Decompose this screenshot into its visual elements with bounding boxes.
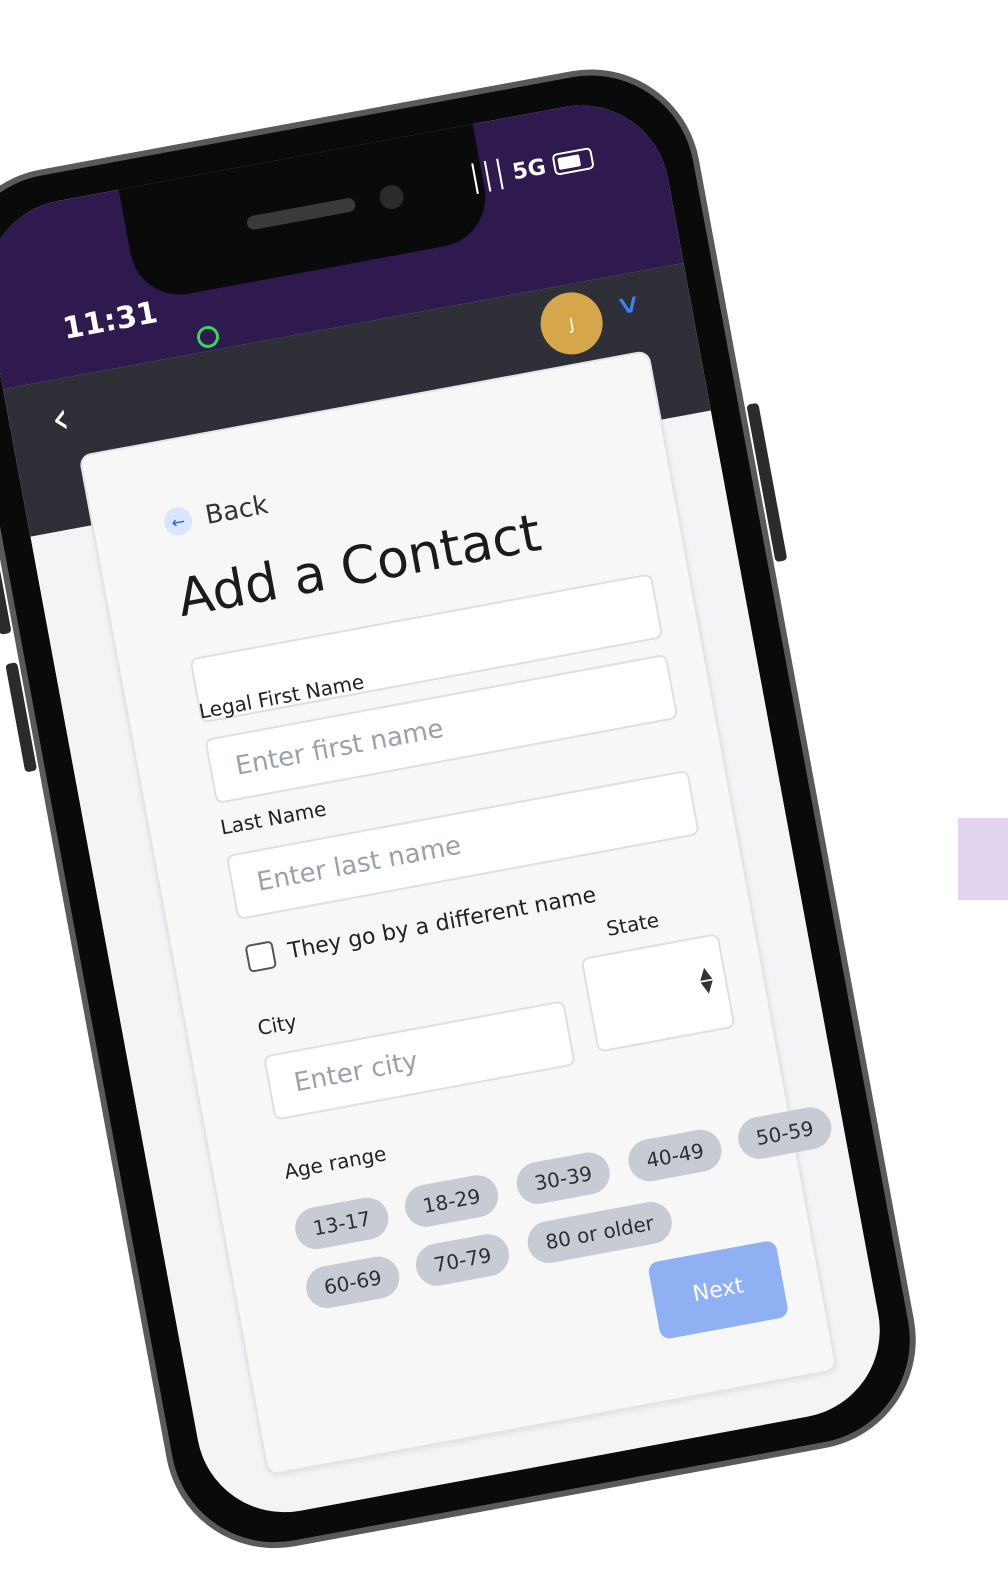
- chevron-left-icon[interactable]: ‹: [47, 392, 74, 445]
- last-name-label: Last Name: [218, 796, 329, 840]
- state-label: State: [604, 907, 661, 941]
- decorative-lilac-shape: [958, 818, 1008, 900]
- avatar[interactable]: J: [535, 287, 608, 360]
- status-icons: │││ 5G: [465, 143, 596, 196]
- call-indicator-icon: [195, 324, 221, 350]
- network-label: 5G: [510, 154, 548, 185]
- age-chip-13-17[interactable]: 13-17: [291, 1194, 392, 1253]
- city-label: City: [255, 1009, 299, 1041]
- age-chip-50-59[interactable]: 50-59: [734, 1103, 835, 1163]
- back-link[interactable]: ← Back: [161, 490, 271, 539]
- add-contact-card: ← Back Add a Contact Legal First Name La…: [78, 349, 838, 1477]
- chevron-down-icon[interactable]: ∨: [613, 288, 645, 322]
- front-camera: [377, 183, 406, 212]
- age-chip-30-39[interactable]: 30-39: [513, 1148, 614, 1208]
- arrow-left-icon: ←: [161, 505, 195, 538]
- sort-updown-icon: ▲ ▼: [697, 961, 716, 997]
- state-select[interactable]: ▲ ▼: [580, 932, 736, 1053]
- age-chip-60-69[interactable]: 60-69: [302, 1253, 403, 1312]
- age-chip-18-29[interactable]: 18-29: [401, 1171, 502, 1231]
- age-range-label: Age range: [282, 1141, 389, 1184]
- phone-screen: 11:31 │││ 5G ‹ RALLY Rally Together - N.…: [0, 90, 895, 1527]
- age-chip-40-49[interactable]: 40-49: [624, 1126, 726, 1185]
- speaker-grille: [245, 196, 357, 231]
- battery-icon: [551, 146, 595, 176]
- back-link-label: Back: [202, 490, 271, 532]
- last-name-input[interactable]: [225, 769, 700, 921]
- age-chip-70-79[interactable]: 70-79: [412, 1230, 513, 1290]
- signal-icon: │││: [464, 159, 508, 196]
- phone-frame: 11:31 │││ 5G ‹ RALLY Rally Together - N.…: [0, 51, 934, 1567]
- different-name-checkbox[interactable]: [244, 940, 278, 973]
- notch: [117, 119, 494, 303]
- status-time: 11:31: [60, 295, 161, 347]
- city-input[interactable]: [262, 1000, 576, 1121]
- phone-mockup: 11:31 │││ 5G ‹ RALLY Rally Together - N.…: [0, 51, 934, 1567]
- age-chip-80-or-older[interactable]: 80 or older: [524, 1198, 676, 1267]
- next-button[interactable]: Next: [647, 1239, 790, 1341]
